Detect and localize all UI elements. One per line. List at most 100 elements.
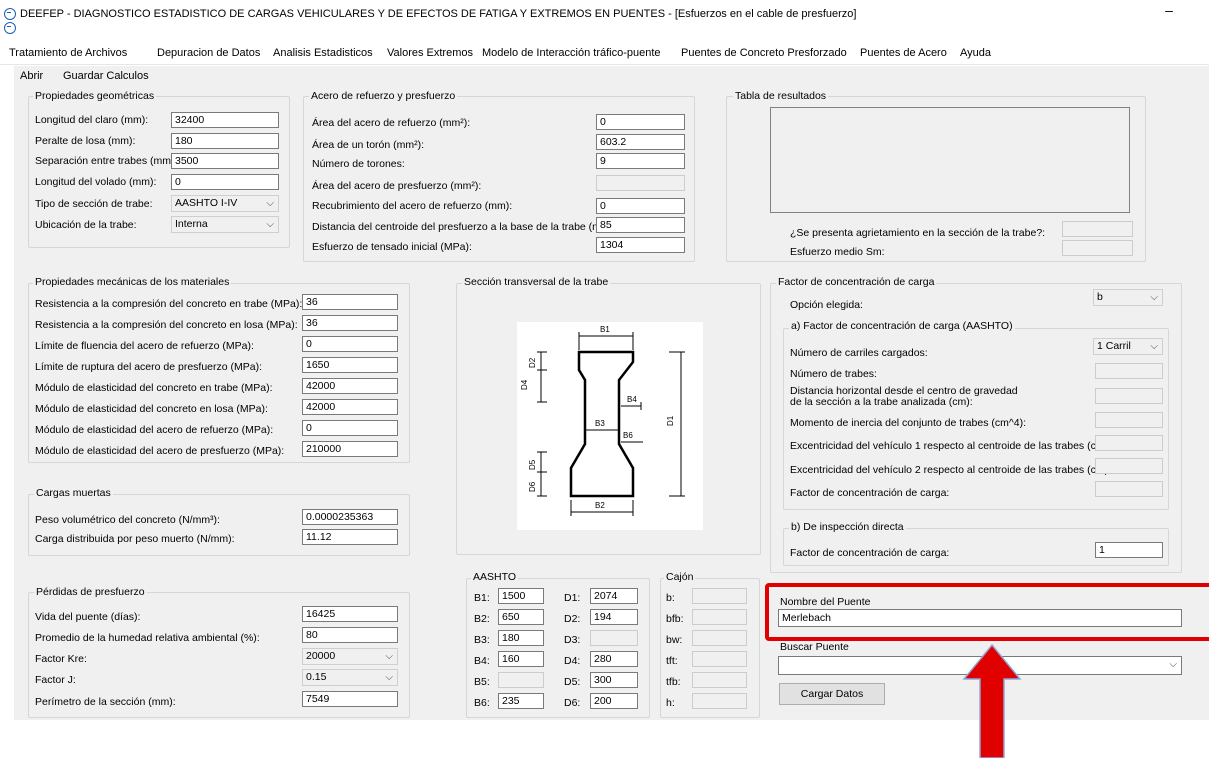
- title-bar: DEEFEP - DIAGNOSTICO ESTADISTICO DE CARG…: [0, 0, 1209, 36]
- initial-stress-label: Esfuerzo de tensado inicial (MPa):: [312, 241, 472, 253]
- menu-depuracion-datos[interactable]: Depuracion de Datos: [157, 47, 260, 59]
- cajon-bw-field: [692, 630, 747, 646]
- chosen-option-dropdown[interactable]: b ⌵: [1093, 289, 1163, 306]
- overhang-length-field[interactable]: 0: [171, 174, 279, 190]
- girder-cross-section-diagram: B1 B2 D1 D2 D4 D5 D6 B3 B4 B6: [517, 322, 703, 530]
- bridge-life-field[interactable]: 16425: [302, 606, 398, 622]
- group-title: Sección transversal de la trabe: [462, 276, 611, 288]
- menu-analisis-estadisticos[interactable]: Analisis Estadisticos: [273, 47, 373, 59]
- b3-field[interactable]: 180: [498, 630, 544, 646]
- cajon-tfb-label: tfb:: [666, 676, 681, 688]
- menu-puentes-acero[interactable]: Puentes de Acero: [860, 47, 947, 59]
- d4-label: D4:: [564, 655, 581, 667]
- open-menu-item[interactable]: Abrir: [20, 70, 43, 82]
- humidity-field[interactable]: 80: [302, 627, 398, 643]
- mechanical-properties-group: [28, 283, 410, 463]
- search-bridge-label: Buscar Puente: [780, 641, 849, 653]
- group-title: Pérdidas de presfuerzo: [34, 586, 147, 598]
- b1-dim-label: B1: [600, 325, 610, 334]
- dead-load-field[interactable]: 11.12: [302, 529, 398, 545]
- perimeter-label: Perímetro de la sección (mm):: [35, 696, 176, 708]
- b4-label: B4:: [474, 655, 490, 667]
- d4-field[interactable]: 280: [590, 651, 638, 667]
- minimize-button[interactable]: –: [1154, 0, 1184, 20]
- mdi-child-icon[interactable]: [4, 22, 16, 34]
- section-type-label: Tipo de sección de trabe:: [35, 198, 153, 210]
- perimeter-field[interactable]: 7549: [302, 691, 398, 707]
- concrete-weight-label: Peso volumétrico del concreto (N/mm³):: [35, 514, 220, 526]
- strand-count-label: Número de torones:: [312, 158, 405, 170]
- mech-row-label: Módulo de elasticidad del acero de presf…: [35, 445, 285, 457]
- initial-stress-field[interactable]: 1304: [596, 237, 685, 253]
- menu-tratamiento-archivos[interactable]: Tratamiento de Archivos: [9, 47, 127, 59]
- prestress-centroid-field[interactable]: 85: [596, 217, 685, 233]
- mech-row-label: Límite de fluencia del acero de refuerzo…: [35, 340, 254, 352]
- cajon-b-label: b:: [666, 592, 675, 604]
- rebar-area-field[interactable]: 0: [596, 114, 685, 130]
- chevron-down-icon: ⌵: [385, 651, 393, 662]
- girder-spacing-label: Separación entre trabes (mm):: [35, 155, 178, 167]
- b4-field[interactable]: 160: [498, 651, 544, 667]
- mech-row-field[interactable]: 36: [302, 294, 398, 310]
- loaded-lanes-dropdown[interactable]: 1 Carril ⌵: [1093, 338, 1163, 355]
- menu-puentes-concreto[interactable]: Puentes de Concreto Presforzado: [681, 47, 847, 59]
- b5-label: B5:: [474, 676, 490, 688]
- b6-field[interactable]: 235: [498, 693, 544, 709]
- mech-row-field[interactable]: 210000: [302, 441, 398, 457]
- factor-b-label: Factor de concentración de carga:: [790, 547, 950, 559]
- mech-row-label: Resistencia a la compresión del concreto…: [35, 319, 298, 331]
- d2-field[interactable]: 194: [590, 609, 638, 625]
- b2-field[interactable]: 650: [498, 609, 544, 625]
- factor-a-field: [1095, 481, 1163, 497]
- d5-field[interactable]: 300: [590, 672, 638, 688]
- menu-valores-extremos[interactable]: Valores Extremos: [387, 47, 473, 59]
- b1-field[interactable]: 1500: [498, 588, 544, 604]
- cajon-tft-field: [692, 651, 747, 667]
- factor-b-field[interactable]: 1: [1095, 542, 1163, 558]
- prestress-area-label: Área del acero de presfuerzo (mm²):: [312, 180, 482, 192]
- j-factor-dropdown[interactable]: 0.15 ⌵: [302, 669, 398, 686]
- app-icon: [4, 8, 16, 20]
- eccentricity-2-label: Excentricidad del vehículo 2 respecto al…: [790, 464, 1111, 476]
- b3-label: B3:: [474, 634, 490, 646]
- load-data-button[interactable]: Cargar Datos: [779, 683, 885, 705]
- concrete-weight-field[interactable]: 0.0000235363: [302, 509, 398, 525]
- mech-row-field[interactable]: 42000: [302, 399, 398, 415]
- inertia-field: [1095, 412, 1163, 428]
- kre-factor-dropdown[interactable]: 20000 ⌵: [302, 648, 398, 665]
- mech-row-field[interactable]: 1650: [302, 357, 398, 373]
- prestress-centroid-label: Distancia del centroide del presfuerzo a…: [312, 221, 617, 233]
- strand-area-field[interactable]: 603.2: [596, 134, 685, 150]
- cajon-b-field: [692, 588, 747, 604]
- mech-row-field[interactable]: 0: [302, 336, 398, 352]
- chevron-down-icon: ⌵: [1169, 659, 1177, 670]
- save-calculations-menu-item[interactable]: Guardar Calculos: [63, 70, 149, 82]
- rebar-cover-field[interactable]: 0: [596, 198, 685, 214]
- section-type-dropdown[interactable]: AASHTO I-IV ⌵: [171, 195, 279, 212]
- mech-row-field[interactable]: 0: [302, 420, 398, 436]
- red-arrow-annotation: [962, 643, 1022, 758]
- mech-row-field[interactable]: 42000: [302, 378, 398, 394]
- group-title: Cajón: [664, 571, 696, 583]
- menu-modelo-interaccion[interactable]: Modelo de Interacción tráfico-puente: [482, 47, 661, 59]
- results-listbox[interactable]: [770, 107, 1130, 213]
- mech-row-label: Módulo de elasticidad del concreto en tr…: [35, 382, 273, 394]
- span-length-field[interactable]: 32400: [171, 112, 279, 128]
- selected-value: 1 Carril: [1097, 340, 1131, 352]
- girder-spacing-field[interactable]: 3500: [171, 153, 279, 169]
- d6-field[interactable]: 200: [590, 693, 638, 709]
- d6-dim-label: D6: [528, 481, 537, 492]
- span-length-label: Longitud del claro (mm):: [35, 114, 149, 126]
- slab-depth-label: Peralte de losa (mm):: [35, 135, 136, 147]
- girder-location-dropdown[interactable]: Interna ⌵: [171, 216, 279, 233]
- d1-field[interactable]: 2074: [590, 588, 638, 604]
- mech-row-label: Límite de ruptura del acero de presfuerz…: [35, 361, 263, 373]
- d5-label: D5:: [564, 676, 581, 688]
- dead-load-label: Carga distribuida por peso muerto (N/mm)…: [35, 533, 235, 545]
- slab-depth-field[interactable]: 180: [171, 133, 279, 149]
- chevron-down-icon: ⌵: [1150, 292, 1158, 303]
- menu-ayuda[interactable]: Ayuda: [960, 47, 991, 59]
- chevron-down-icon: ⌵: [266, 219, 274, 230]
- strand-count-field[interactable]: 9: [596, 153, 685, 169]
- mech-row-field[interactable]: 36: [302, 315, 398, 331]
